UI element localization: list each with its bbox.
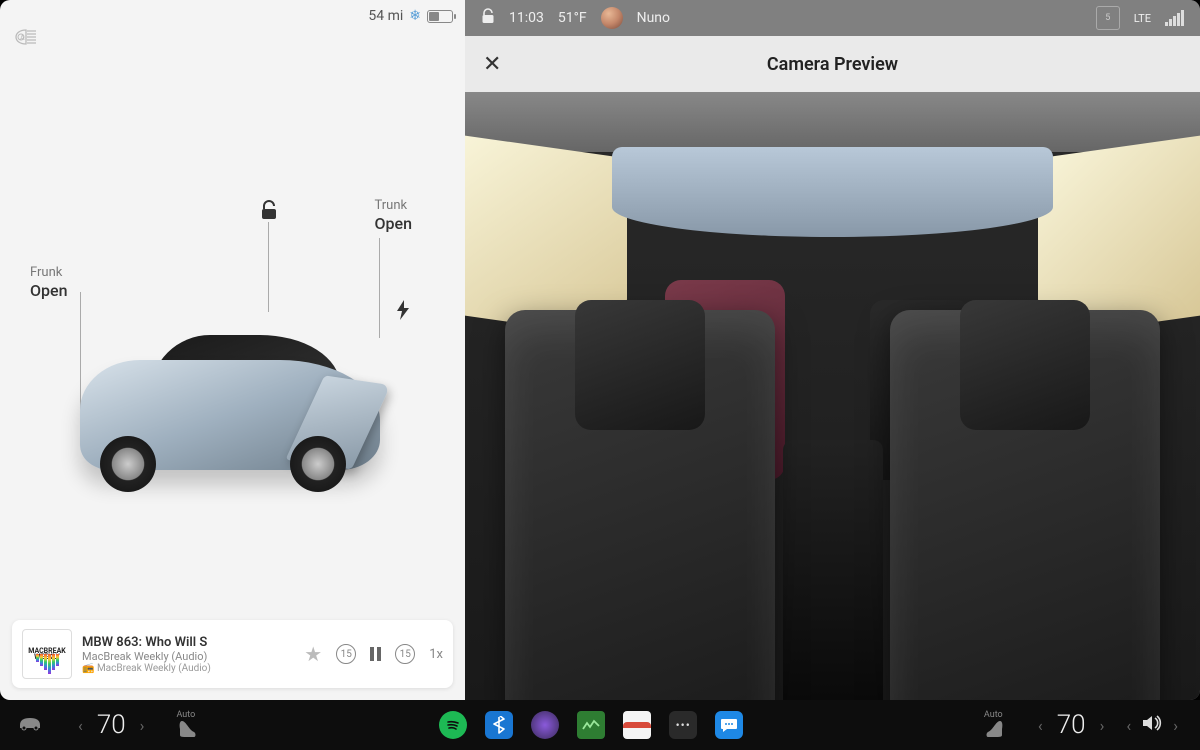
right-temp[interactable]: 70 — [1057, 710, 1086, 740]
media-source: 📻 MacBreak Weekly (Audio) — [82, 663, 222, 674]
more-apps-icon[interactable]: ••• — [669, 711, 697, 739]
media-text: MBW 863: Who Will S MacBreak Weekly (Aud… — [82, 635, 222, 674]
driver-avatar[interactable] — [601, 7, 623, 29]
network-label: LTE — [1134, 12, 1151, 25]
media-subtitle: MacBreak Weekly (Audio) — [82, 650, 222, 663]
lock-icon[interactable] — [260, 200, 278, 225]
range-text: 54 mi — [368, 8, 403, 24]
energy-icon[interactable] — [577, 711, 605, 739]
trunk-label[interactable]: Trunk Open — [375, 198, 413, 233]
headlight-icon[interactable]: A — [14, 28, 38, 50]
route-shield-icon: 5 — [1096, 6, 1120, 30]
left-pane: A 54 mi ❄ Frunk Open Trunk Open — [0, 0, 465, 700]
svg-text:A: A — [20, 34, 25, 42]
left-status-bar: 54 mi ❄ — [368, 8, 453, 24]
camera-view — [465, 92, 1200, 700]
front-left-seat — [505, 310, 775, 700]
car-lock-icon[interactable] — [481, 8, 495, 28]
car-menu-icon[interactable] — [16, 713, 44, 737]
left-seat-heat-icon[interactable] — [176, 717, 198, 739]
volume-up[interactable]: › — [1169, 716, 1182, 735]
snowflake-icon: ❄ — [409, 8, 421, 24]
pause-button[interactable] — [370, 647, 381, 661]
front-right-seat — [890, 310, 1160, 700]
right-seat-mode: Auto — [984, 710, 1003, 720]
left-seat-mode: Auto — [176, 710, 195, 720]
playback-speed[interactable]: 1x — [429, 647, 443, 662]
skip-forward-button[interactable]: 15 — [395, 644, 415, 664]
right-temp-down[interactable]: ‹ — [1034, 716, 1047, 735]
camera-preview-header: ✕ Camera Preview — [465, 36, 1200, 92]
volume-down[interactable]: ‹ — [1122, 716, 1135, 735]
left-temp-up[interactable]: › — [136, 716, 149, 735]
bottom-bar: ‹ 70 › Auto ••• Auto ‹ 70 › ‹ › — [0, 700, 1200, 750]
outside-temp: 51°F — [558, 10, 587, 26]
skip-back-button[interactable]: 15 — [336, 644, 356, 664]
left-temp[interactable]: 70 — [97, 710, 126, 740]
dashcam-icon[interactable] — [531, 711, 559, 739]
center-console — [783, 440, 883, 700]
right-status-bar: 11:03 51°F Nuno 5 LTE — [465, 0, 1200, 36]
preview-title: Camera Preview — [767, 54, 898, 75]
calendar-icon[interactable] — [623, 711, 651, 739]
app-launcher: ••• — [439, 711, 743, 739]
car-render — [80, 300, 400, 500]
album-art: MACBREAK WEEKLY — [22, 629, 72, 679]
clock: 11:03 — [509, 10, 544, 26]
volume-icon[interactable] — [1141, 714, 1163, 736]
messages-icon[interactable] — [715, 711, 743, 739]
right-pane: 11:03 51°F Nuno 5 LTE ✕ Camera Preview — [465, 0, 1200, 700]
frunk-label[interactable]: Frunk Open — [30, 265, 68, 300]
lock-line — [268, 222, 269, 312]
signal-icon — [1165, 10, 1184, 26]
media-player-card[interactable]: MACBREAK WEEKLY MBW 863: Who Will S MacB… — [12, 620, 453, 688]
right-temp-up[interactable]: › — [1096, 716, 1109, 735]
favorite-icon[interactable]: ★ — [304, 642, 322, 666]
driver-name[interactable]: Nuno — [637, 10, 670, 26]
right-seat-heat-icon[interactable] — [984, 717, 1006, 739]
media-title: MBW 863: Who Will S — [82, 635, 222, 650]
bluetooth-icon[interactable] — [485, 711, 513, 739]
car-visualization: Frunk Open Trunk Open — [30, 180, 430, 520]
left-temp-down[interactable]: ‹ — [74, 716, 87, 735]
battery-icon — [427, 10, 453, 23]
close-icon[interactable]: ✕ — [483, 52, 501, 77]
spotify-icon[interactable] — [439, 711, 467, 739]
